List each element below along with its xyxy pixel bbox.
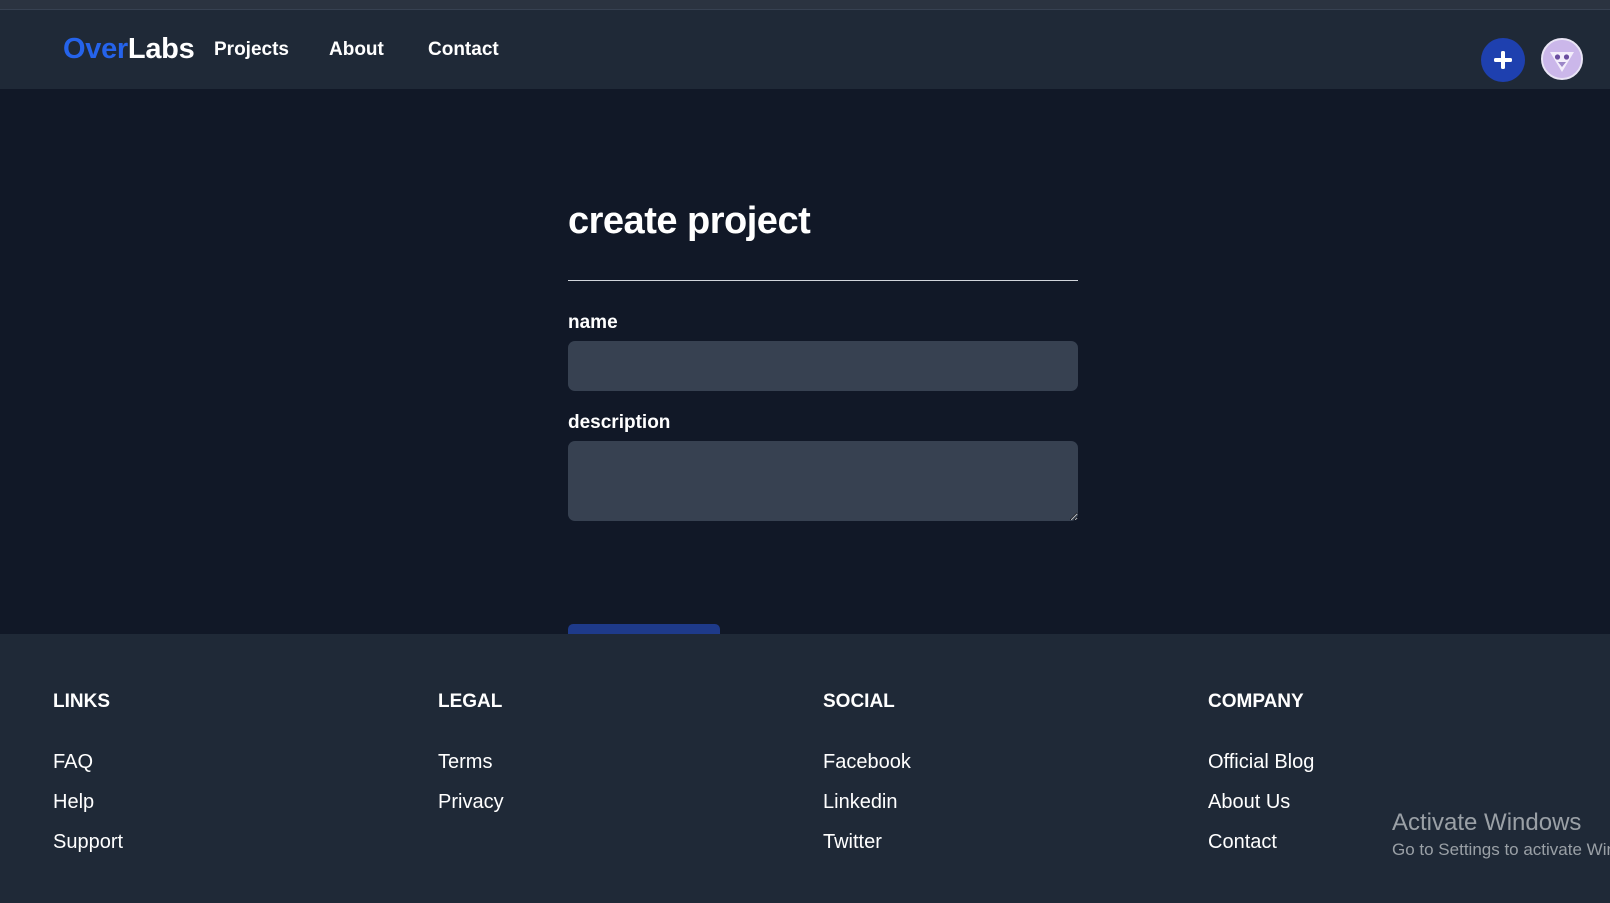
brand-logo[interactable]: OverLabs	[63, 33, 195, 66]
name-label: name	[568, 312, 618, 333]
footer-column-links: LINKS FAQ Help Support	[53, 690, 353, 870]
watermark-title: Activate Windows	[1392, 809, 1582, 836]
name-input[interactable]	[568, 341, 1078, 391]
brand-part-over: Over	[63, 33, 128, 65]
footer-heading-company: COMPANY	[1208, 691, 1304, 712]
footer-column-social: SOCIAL Facebook Linkedin Twitter	[823, 690, 1123, 870]
user-avatar[interactable]	[1541, 38, 1583, 80]
page-title: create project	[568, 200, 811, 242]
nav-link-about[interactable]: About	[329, 39, 384, 61]
footer-link-terms[interactable]: Terms	[438, 750, 738, 790]
browser-top-strip	[0, 0, 1610, 9]
footer-list-legal: Terms Privacy	[438, 750, 738, 830]
avatar-icon	[1543, 40, 1581, 78]
footer-list-social: Facebook Linkedin Twitter	[823, 750, 1123, 870]
footer-link-linkedin[interactable]: Linkedin	[823, 790, 1123, 830]
footer-column-legal: LEGAL Terms Privacy	[438, 690, 738, 830]
title-divider	[568, 280, 1078, 281]
activate-windows-watermark: Activate Windows Go to Settings to activ…	[1392, 808, 1610, 862]
footer-heading-social: SOCIAL	[823, 691, 895, 712]
footer-heading-links: LINKS	[53, 691, 110, 712]
nav-link-projects[interactable]: Projects	[214, 39, 289, 61]
footer-link-support[interactable]: Support	[53, 830, 353, 870]
footer-link-official-blog[interactable]: Official Blog	[1208, 750, 1508, 790]
watermark-subtitle: Go to Settings to activate Windows.	[1392, 840, 1610, 859]
footer-link-faq[interactable]: FAQ	[53, 750, 353, 790]
description-textarea[interactable]	[568, 441, 1078, 521]
site-footer: LINKS FAQ Help Support LEGAL Terms Priva…	[0, 634, 1610, 903]
footer-link-facebook[interactable]: Facebook	[823, 750, 1123, 790]
footer-link-privacy[interactable]: Privacy	[438, 790, 738, 830]
footer-link-twitter[interactable]: Twitter	[823, 830, 1123, 870]
footer-heading-legal: LEGAL	[438, 691, 503, 712]
plus-icon	[1494, 51, 1512, 69]
top-navbar: OverLabs Projects About Contact	[0, 9, 1610, 89]
brand-part-labs: Labs	[127, 33, 195, 65]
main-content: create project name description Create P…	[0, 89, 1610, 679]
add-project-button[interactable]	[1481, 38, 1525, 82]
nav-link-contact[interactable]: Contact	[428, 39, 499, 61]
footer-list-links: FAQ Help Support	[53, 750, 353, 870]
footer-link-help[interactable]: Help	[53, 790, 353, 830]
description-label: description	[568, 412, 671, 433]
